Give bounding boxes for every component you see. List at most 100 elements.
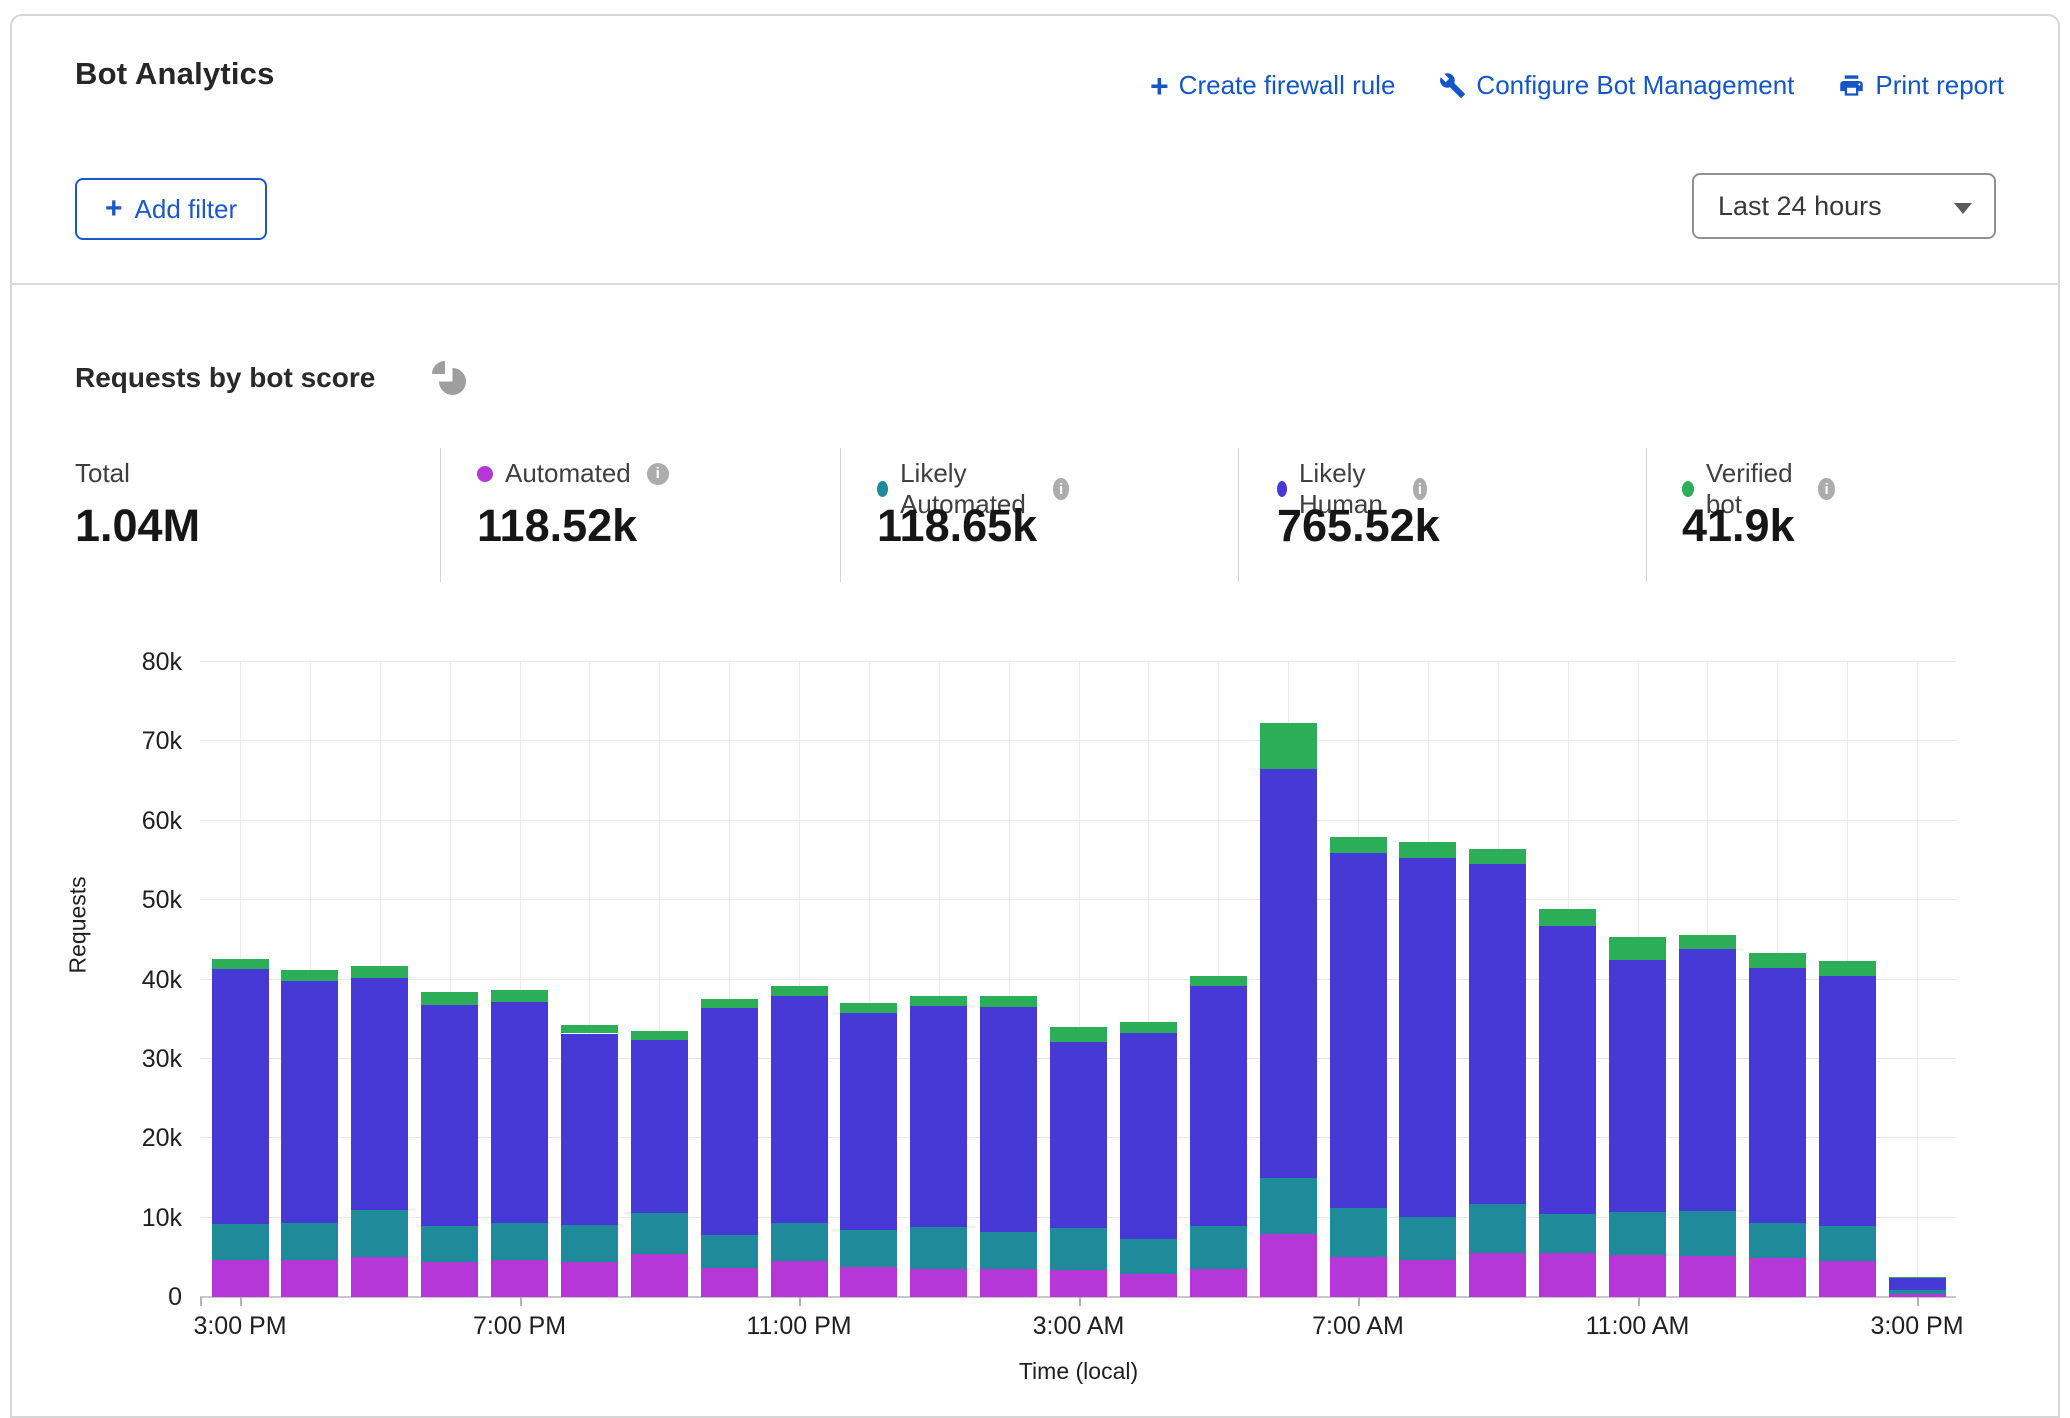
bar-likely-human[interactable] — [1469, 864, 1526, 1205]
bar-likely-automated[interactable] — [1050, 1228, 1107, 1270]
bar-automated[interactable] — [771, 1261, 828, 1298]
bar-automated[interactable] — [491, 1260, 548, 1297]
bar-verified-bot[interactable] — [771, 986, 828, 996]
action-link-configure-bot-management[interactable]: Configure Bot Management — [1439, 70, 1794, 101]
bar-likely-automated[interactable] — [1679, 1211, 1736, 1255]
bar-likely-automated[interactable] — [1819, 1226, 1876, 1261]
bar-likely-human[interactable] — [631, 1040, 688, 1213]
bar-likely-human[interactable] — [491, 1002, 548, 1223]
bar-likely-automated[interactable] — [1469, 1204, 1526, 1252]
bar-automated[interactable] — [1190, 1269, 1247, 1297]
bar-likely-automated[interactable] — [212, 1224, 269, 1260]
bar-likely-human[interactable] — [1120, 1033, 1177, 1239]
bar-verified-bot[interactable] — [1469, 849, 1526, 864]
bar-likely-automated[interactable] — [491, 1223, 548, 1260]
bar-likely-automated[interactable] — [631, 1213, 688, 1254]
bar-verified-bot[interactable] — [840, 1003, 897, 1013]
bar-automated[interactable] — [631, 1254, 688, 1297]
bar-likely-human[interactable] — [1749, 968, 1806, 1224]
bar-verified-bot[interactable] — [1330, 837, 1387, 852]
bar-verified-bot[interactable] — [1539, 909, 1596, 926]
bar-likely-human[interactable] — [1330, 853, 1387, 1209]
bar-likely-human[interactable] — [1889, 1278, 1946, 1291]
bar-likely-human[interactable] — [771, 996, 828, 1223]
bar-likely-human[interactable] — [212, 969, 269, 1224]
bar-likely-automated[interactable] — [1749, 1223, 1806, 1258]
action-link-create-firewall-rule[interactable]: +Create firewall rule — [1150, 70, 1395, 101]
bar-likely-human[interactable] — [1190, 986, 1247, 1226]
bar-likely-human[interactable] — [1609, 960, 1666, 1212]
bar-automated[interactable] — [1120, 1274, 1177, 1297]
bar-likely-automated[interactable] — [561, 1225, 618, 1262]
bar-verified-bot[interactable] — [1609, 937, 1666, 960]
bar-likely-human[interactable] — [980, 1007, 1037, 1232]
info-icon[interactable]: i — [1818, 478, 1834, 500]
bar-likely-automated[interactable] — [840, 1230, 897, 1267]
bar-automated[interactable] — [701, 1268, 758, 1297]
bar-verified-bot[interactable] — [212, 959, 269, 969]
bar-likely-automated[interactable] — [910, 1227, 967, 1269]
bar-likely-human[interactable] — [1679, 949, 1736, 1211]
bar-likely-human[interactable] — [910, 1006, 967, 1227]
bar-verified-bot[interactable] — [1749, 953, 1806, 967]
info-icon[interactable]: i — [647, 463, 669, 485]
bar-verified-bot[interactable] — [351, 966, 408, 978]
bar-automated[interactable] — [1539, 1253, 1596, 1297]
bar-automated[interactable] — [1679, 1256, 1736, 1297]
bar-likely-automated[interactable] — [1609, 1212, 1666, 1255]
bar-verified-bot[interactable] — [910, 996, 967, 1006]
bar-likely-automated[interactable] — [351, 1210, 408, 1258]
bar-likely-automated[interactable] — [1889, 1290, 1946, 1294]
bar-likely-human[interactable] — [1260, 769, 1317, 1178]
bar-verified-bot[interactable] — [1190, 976, 1247, 986]
bar-automated[interactable] — [212, 1260, 269, 1297]
bar-verified-bot[interactable] — [980, 996, 1037, 1007]
bar-likely-human[interactable] — [351, 978, 408, 1210]
bar-likely-human[interactable] — [701, 1008, 758, 1235]
bar-automated[interactable] — [1609, 1255, 1666, 1297]
bar-automated[interactable] — [351, 1257, 408, 1297]
bar-likely-automated[interactable] — [1120, 1239, 1177, 1274]
bar-likely-human[interactable] — [561, 1034, 618, 1225]
add-filter-button[interactable]: + Add filter — [75, 178, 267, 240]
bar-verified-bot[interactable] — [491, 990, 548, 1002]
bar-likely-automated[interactable] — [281, 1223, 338, 1260]
bar-automated[interactable] — [1330, 1257, 1387, 1297]
bar-verified-bot[interactable] — [1399, 842, 1456, 858]
bar-verified-bot[interactable] — [421, 992, 478, 1005]
bar-automated[interactable] — [1050, 1270, 1107, 1297]
time-range-select[interactable]: Last 24 hours — [1692, 173, 1996, 239]
bar-verified-bot[interactable] — [1260, 723, 1317, 769]
bar-likely-automated[interactable] — [1190, 1226, 1247, 1270]
bar-automated[interactable] — [561, 1262, 618, 1297]
bar-likely-automated[interactable] — [1260, 1178, 1317, 1234]
bar-automated[interactable] — [1469, 1253, 1526, 1297]
bar-verified-bot[interactable] — [1120, 1022, 1177, 1033]
bar-automated[interactable] — [281, 1260, 338, 1297]
bar-likely-human[interactable] — [1819, 976, 1876, 1227]
bar-likely-human[interactable] — [1050, 1042, 1107, 1228]
bar-verified-bot[interactable] — [1819, 961, 1876, 975]
bar-verified-bot[interactable] — [1679, 935, 1736, 949]
bar-automated[interactable] — [840, 1267, 897, 1297]
bar-likely-human[interactable] — [281, 981, 338, 1223]
bar-likely-human[interactable] — [840, 1013, 897, 1230]
bar-likely-automated[interactable] — [421, 1226, 478, 1263]
bar-verified-bot[interactable] — [561, 1025, 618, 1034]
bar-likely-automated[interactable] — [980, 1232, 1037, 1269]
bar-automated[interactable] — [421, 1262, 478, 1297]
info-icon[interactable]: i — [1413, 478, 1427, 500]
info-icon[interactable]: i — [1053, 478, 1068, 500]
bar-likely-automated[interactable] — [1399, 1217, 1456, 1260]
bar-verified-bot[interactable] — [1889, 1277, 1946, 1278]
bar-automated[interactable] — [1749, 1258, 1806, 1297]
bar-verified-bot[interactable] — [701, 999, 758, 1009]
bar-automated[interactable] — [1260, 1234, 1317, 1297]
bar-automated[interactable] — [980, 1269, 1037, 1297]
bar-verified-bot[interactable] — [1050, 1027, 1107, 1042]
bar-verified-bot[interactable] — [281, 970, 338, 981]
bar-likely-human[interactable] — [1539, 926, 1596, 1214]
action-link-print-report[interactable]: Print report — [1838, 70, 2004, 101]
bar-likely-automated[interactable] — [771, 1223, 828, 1260]
bar-verified-bot[interactable] — [631, 1031, 688, 1040]
